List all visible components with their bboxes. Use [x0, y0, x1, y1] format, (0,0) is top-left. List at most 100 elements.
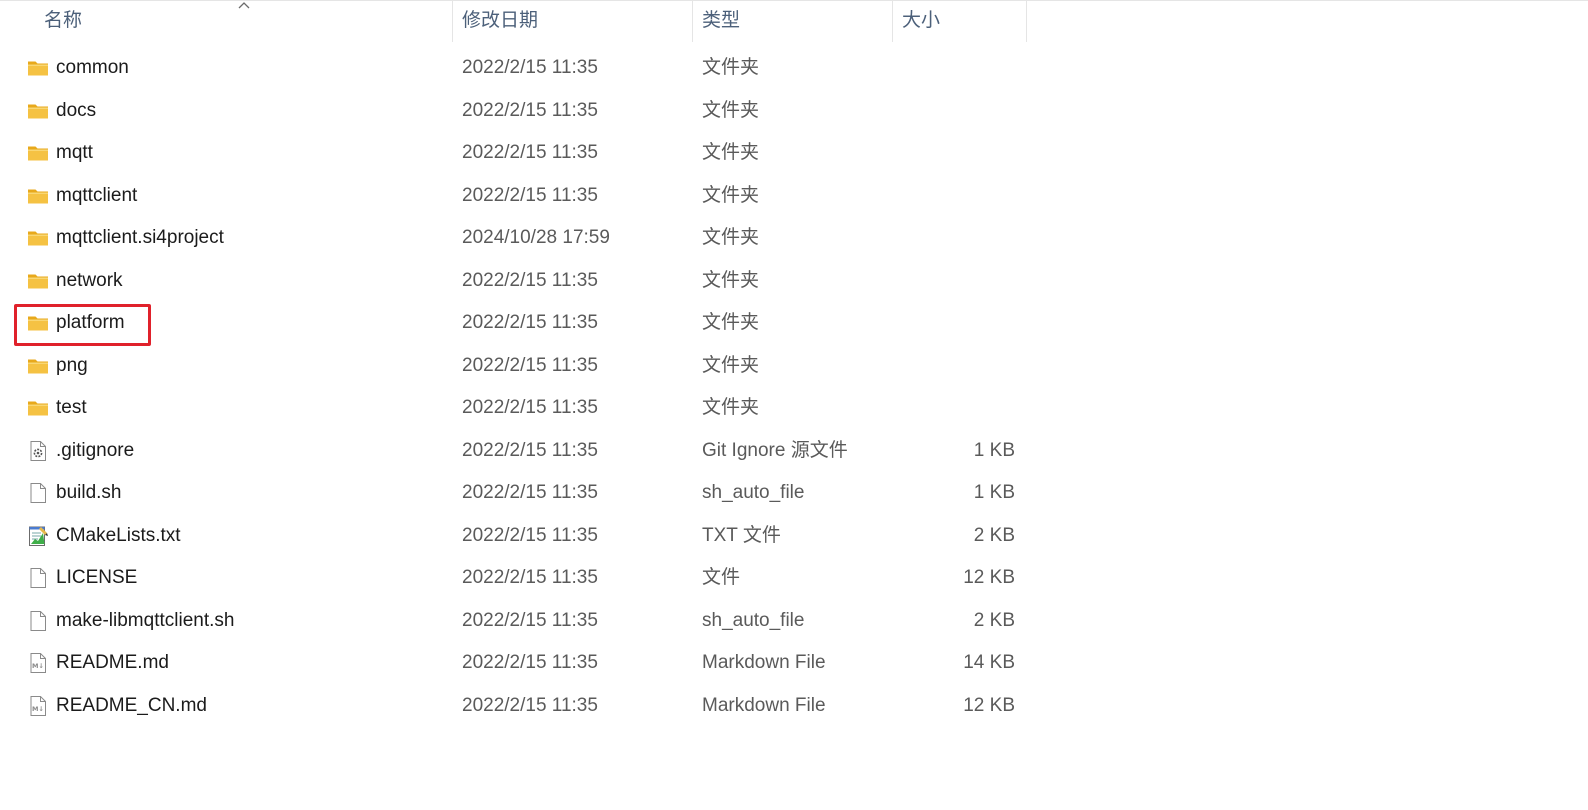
file-name: png [56, 354, 88, 376]
file-name: LICENSE [56, 567, 138, 588]
file-size [900, 388, 1015, 428]
file-type: sh_auto_file [702, 482, 805, 503]
file-row[interactable]: platform 2022/2/15 11:35 文件夹 [0, 303, 1030, 343]
file-modified-date: 2022/2/15 11:35 [462, 354, 598, 376]
column-header-type[interactable]: 类型 [693, 0, 893, 42]
folder-icon [26, 354, 50, 378]
file-size [900, 133, 1015, 173]
file-name: docs [56, 99, 97, 121]
file-row[interactable]: test 2022/2/15 11:35 文件夹 [0, 388, 1030, 428]
file-type: 文件夹 [702, 312, 760, 333]
file-type: Markdown File [702, 694, 826, 716]
file-row[interactable]: CMakeLists.txt 2022/2/15 11:35 TXT 文件 2 KB [0, 516, 1030, 556]
file-size [900, 48, 1015, 88]
file-row[interactable]: mqttclient 2022/2/15 11:35 文件夹 [0, 176, 1030, 216]
file-size [900, 303, 1015, 343]
file-size [900, 261, 1015, 301]
settings-file-icon [26, 439, 50, 463]
column-header-size-label: 大小 [902, 10, 941, 31]
file-row[interactable]: mqttclient.si4project 2024/10/28 17:59 文件夹 [0, 218, 1030, 258]
file-modified-date: 2022/2/15 11:35 [462, 439, 598, 461]
sort-ascending-icon[interactable] [236, 0, 252, 10]
file-modified-date: 2022/2/15 11:35 [462, 652, 598, 673]
file-size: 1 KB [973, 439, 1015, 461]
folder-icon [26, 99, 50, 123]
column-header-size[interactable]: 大小 [893, 0, 1027, 42]
file-type: 文件夹 [702, 142, 760, 163]
file-icon [26, 566, 50, 590]
file-size [900, 176, 1015, 216]
file-row[interactable]: make-libmqttclient.sh 2022/2/15 11:35 sh_a… [0, 601, 1030, 641]
file-type: 文件夹 [702, 354, 760, 376]
file-name: README.md [56, 652, 169, 673]
file-name: mqttclient [56, 184, 138, 206]
file-type: Git Ignore 源文件 [702, 439, 848, 461]
file-size: 2 KB [973, 524, 1015, 546]
markdown-file-icon: M↓ [26, 651, 50, 675]
file-icon [26, 609, 50, 633]
file-size [900, 346, 1015, 386]
folder-icon [26, 226, 50, 250]
file-name: test [56, 397, 87, 418]
file-type: 文件 [702, 567, 741, 588]
file-row[interactable]: png 2022/2/15 11:35 文件夹 [0, 346, 1030, 386]
file-row[interactable]: network 2022/2/15 11:35 文件夹 [0, 261, 1030, 301]
file-size [900, 91, 1015, 131]
file-row[interactable]: LICENSE 2022/2/15 11:35 文件 12 KB [0, 558, 1030, 598]
file-modified-date: 2022/2/15 11:35 [462, 524, 598, 546]
file-name: common [56, 57, 129, 78]
column-header-name-label: 名称 [44, 10, 83, 31]
file-row[interactable]: common 2022/2/15 11:35 文件夹 [0, 48, 1030, 88]
file-row[interactable]: .gitignore 2022/2/15 11:35 Git Ignore 源文件 1… [0, 431, 1030, 471]
file-type: 文件夹 [702, 269, 760, 291]
file-modified-date: 2022/2/15 11:35 [462, 142, 598, 163]
file-size: 1 KB [973, 482, 1015, 503]
file-type: Markdown File [702, 652, 826, 673]
file-size: 2 KB [973, 609, 1015, 631]
svg-text:M↓: M↓ [32, 705, 44, 713]
file-modified-date: 2022/2/15 11:35 [462, 397, 598, 418]
folder-icon [26, 396, 50, 420]
file-modified-date: 2022/2/15 11:35 [462, 567, 598, 588]
file-name: make-libmqttclient.sh [56, 609, 235, 631]
file-row[interactable]: M↓ README_CN.md 2022/2/15 11:35 Markdown Fi… [0, 686, 1030, 726]
file-name: .gitignore [56, 439, 135, 461]
file-modified-date: 2022/2/15 11:35 [462, 694, 598, 716]
file-type: sh_auto_file [702, 609, 805, 631]
file-modified-date: 2024/10/28 17:59 [462, 227, 610, 248]
file-modified-date: 2022/2/15 11:35 [462, 482, 598, 503]
file-size: 14 KB [963, 652, 1015, 673]
column-header-date[interactable]: 修改日期 [453, 0, 693, 42]
text-file-icon [26, 524, 50, 548]
column-header-type-label: 类型 [702, 10, 741, 31]
file-name: network [56, 269, 123, 291]
file-row[interactable]: docs 2022/2/15 11:35 文件夹 [0, 91, 1030, 131]
svg-text:M↓: M↓ [32, 662, 44, 670]
file-name: mqtt [56, 142, 93, 163]
column-header-name[interactable]: 名称 [0, 0, 453, 42]
file-row[interactable]: M↓ README.md 2022/2/15 11:35 Markdown File 1… [0, 643, 1030, 683]
folder-icon [26, 184, 50, 208]
file-type: 文件夹 [702, 397, 760, 418]
file-size: 12 KB [963, 694, 1015, 716]
file-row[interactable]: mqtt 2022/2/15 11:35 文件夹 [0, 133, 1030, 173]
column-header: 名称 修改日期 类型 大小 [0, 0, 1030, 42]
file-name: mqttclient.si4project [56, 227, 224, 248]
folder-icon [26, 269, 50, 293]
file-modified-date: 2022/2/15 11:35 [462, 312, 598, 333]
file-row[interactable]: build.sh 2022/2/15 11:35 sh_auto_file 1 KB [0, 473, 1030, 513]
folder-icon [26, 56, 50, 80]
file-name: README_CN.md [56, 694, 207, 716]
file-type: 文件夹 [702, 99, 760, 121]
file-type: 文件夹 [702, 184, 760, 206]
file-modified-date: 2022/2/15 11:35 [462, 99, 598, 121]
file-size: 12 KB [963, 567, 1015, 588]
file-modified-date: 2022/2/15 11:35 [462, 57, 598, 78]
file-name: CMakeLists.txt [56, 524, 181, 546]
markdown-file-icon: M↓ [26, 694, 50, 718]
file-type: 文件夹 [702, 227, 760, 248]
column-header-date-label: 修改日期 [462, 10, 539, 31]
highlight-box [14, 304, 151, 346]
file-modified-date: 2022/2/15 11:35 [462, 269, 598, 291]
file-icon [26, 481, 50, 505]
